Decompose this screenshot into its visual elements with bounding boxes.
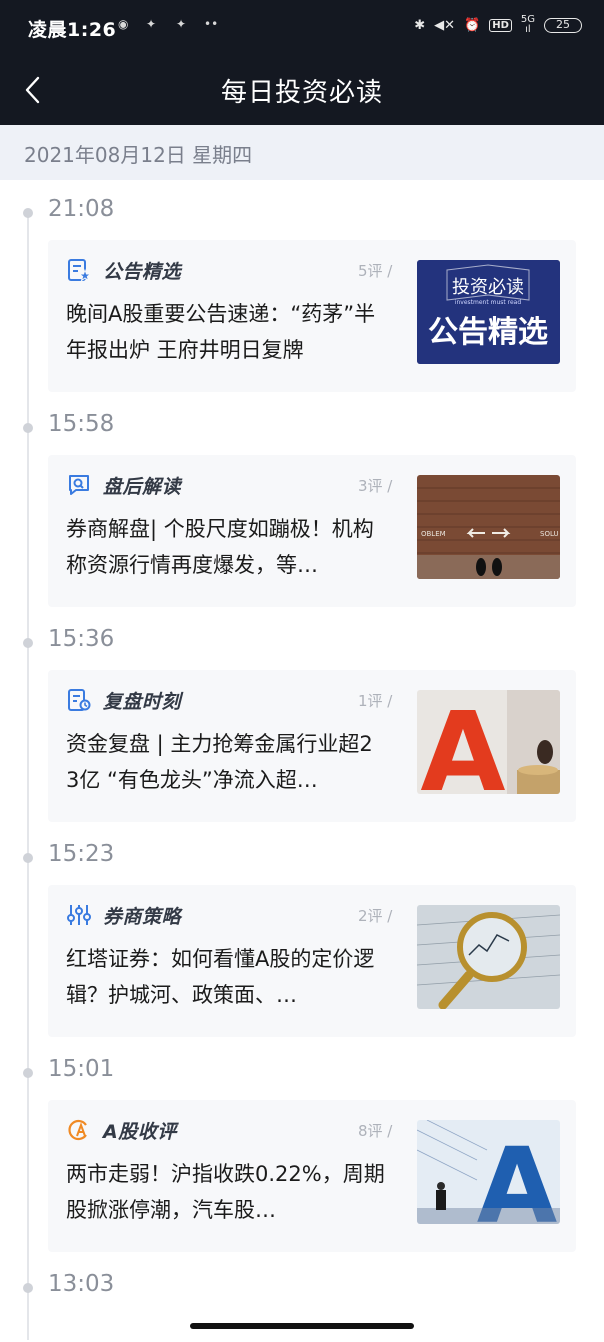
document-star-icon [68, 259, 92, 282]
entry-time: 15:36 [48, 626, 115, 652]
status-bar: 凌晨1:26 ◉ ✦ ✦ •• ✱ ◀✕ ⏰ HD 5G ıl 25 [0, 0, 604, 56]
category-label: 复盘时刻 [103, 690, 182, 713]
status-time: 凌晨1:26 [28, 19, 117, 41]
category: 复盘时刻 [66, 686, 181, 714]
category-label: A股收评 [103, 1120, 177, 1143]
headline: 红塔证券：如何看懂A股的定价逻辑？护城河、政策面、… [66, 947, 375, 1007]
status-right: ✱ ◀✕ ⏰ HD 5G ıl 25 [414, 15, 582, 35]
headline: 晚间A股重要公告速递：“药茅”半年报出炉 王府井明日复牌 [66, 302, 376, 362]
red-letter-a-coins-image: A [417, 690, 560, 794]
signal-icon: ıl [525, 24, 531, 35]
blue-letter-a-businessman-image: A [417, 1120, 560, 1224]
more-dots-icon: •• [204, 17, 219, 31]
top-bar: 凌晨1:26 ◉ ✦ ✦ •• ✱ ◀✕ ⏰ HD 5G ıl 25 每日投资必… [0, 0, 604, 125]
entry-time: 21:08 [48, 196, 115, 222]
comment-count: 1评 / [358, 692, 393, 710]
category-label: 公告精选 [103, 260, 182, 283]
magnifier-chart-image [417, 905, 560, 1009]
notification-icon: ✦ [176, 17, 187, 31]
timeline-dot [23, 208, 33, 218]
thumb-letter: A [420, 690, 505, 794]
timeline-dot [23, 638, 33, 648]
comment-count: 5评 / [358, 262, 393, 280]
category: 券商策略 [66, 901, 181, 929]
thumb-subtext: investment must read [455, 299, 522, 306]
notification-icon: ✦ [146, 17, 157, 31]
news-card[interactable]: 券商策略 2评 / 红塔证券：如何看懂A股的定价逻辑？护城河、政策面、… [48, 885, 576, 1037]
timeline-entry: 15:58 盘后解读 3评 / 券商解盘| 个股尺度如蹦极！机构称资源行情再度爆… [0, 395, 604, 610]
news-card[interactable]: 盘后解读 3评 / 券商解盘| 个股尺度如蹦极！机构称资源行情再度爆发，等… O… [48, 455, 576, 607]
sliders-icon [67, 905, 91, 925]
timeline-entry: 15:01 A股收评 8评 / 两市走弱！沪指收跌0.22%，周期股掀涨停潮，汽… [0, 1040, 604, 1255]
timeline-entry: 15:36 复盘时刻 1评 / 资金复盘 | 主力抢筹金属行业超23亿 “有色龙… [0, 610, 604, 825]
category-label: 券商策略 [103, 905, 182, 928]
date-label: 2021年08月12日 星期四 [24, 143, 253, 167]
timeline-dot [23, 423, 33, 433]
battery-icon: 25 [544, 17, 582, 33]
category-label: 盘后解读 [103, 475, 182, 498]
comment-count: 8评 / [358, 1122, 393, 1140]
entry-time: 15:23 [48, 841, 115, 867]
headline: 券商解盘| 个股尺度如蹦极！机构称资源行情再度爆发，等… [66, 517, 374, 577]
timeline-entry: 15:23 券商策略 2评 / 红塔证券：如何看懂A股的定价逻辑？护城河、政策面… [0, 825, 604, 1040]
entry-time: 15:01 [48, 1056, 115, 1082]
comment-count: 2评 / [358, 907, 393, 925]
thumb-text: OBLEM [421, 530, 446, 538]
a-share-review-icon [68, 1119, 87, 1141]
document-refresh-icon [68, 689, 91, 711]
news-card[interactable]: 公告精选 5评 / 晚间A股重要公告速递：“药茅”半年报出炉 王府井明日复牌 投… [48, 240, 576, 392]
timeline-dot [23, 853, 33, 863]
thumb-text-main: 公告精选 [428, 315, 548, 350]
timeline-entry: 21:08 公告精选 5评 / 晚间A股重要公告速递：“药茅”半年报出炉 王府井… [0, 180, 604, 395]
page-title: 每日投资必读 [220, 78, 383, 108]
alarm-icon: ⏰ [464, 17, 481, 33]
thumb-text: SOLU [540, 530, 559, 538]
comment-count: 3评 / [358, 477, 393, 495]
entry-time: 15:58 [48, 411, 115, 437]
mute-icon: ◀✕ [434, 17, 456, 33]
headline: 资金复盘 | 主力抢筹金属行业超23亿 “有色龙头”净流入超… [66, 732, 373, 792]
news-card[interactable]: 复盘时刻 1评 / 资金复盘 | 主力抢筹金属行业超23亿 “有色龙头”净流入超… [48, 670, 576, 822]
category: 公告精选 [66, 256, 181, 284]
thumb-text: 投资必读 [452, 277, 524, 298]
headline: 两市走弱！沪指收跌0.22%，周期股掀涨停潮，汽车股… [66, 1162, 385, 1222]
date-header: 2021年08月12日 星期四 [0, 125, 604, 180]
category: A股收评 [66, 1116, 177, 1144]
entry-time: 13:03 [48, 1271, 115, 1297]
brick-wall-arrows-image: OBLEM SOLU [417, 475, 560, 579]
news-card[interactable]: A股收评 8评 / 两市走弱！沪指收跌0.22%，周期股掀涨停潮，汽车股… A [48, 1100, 576, 1252]
bluetooth-icon: ✱ [414, 17, 426, 33]
network-indicator: 5G ıl [521, 15, 535, 35]
chat-search-icon [69, 475, 89, 495]
hd-badge: HD [489, 18, 512, 32]
nav-bar: 每日投资必读 [0, 56, 604, 125]
notification-icon: ◉ [118, 17, 129, 31]
category: 盘后解读 [66, 471, 181, 499]
timeline-dot [23, 1283, 33, 1293]
timeline-dot [23, 1068, 33, 1078]
announcement-banner-image: 投资必读 investment must read 公告精选 [417, 260, 560, 364]
home-indicator[interactable] [190, 1323, 414, 1329]
